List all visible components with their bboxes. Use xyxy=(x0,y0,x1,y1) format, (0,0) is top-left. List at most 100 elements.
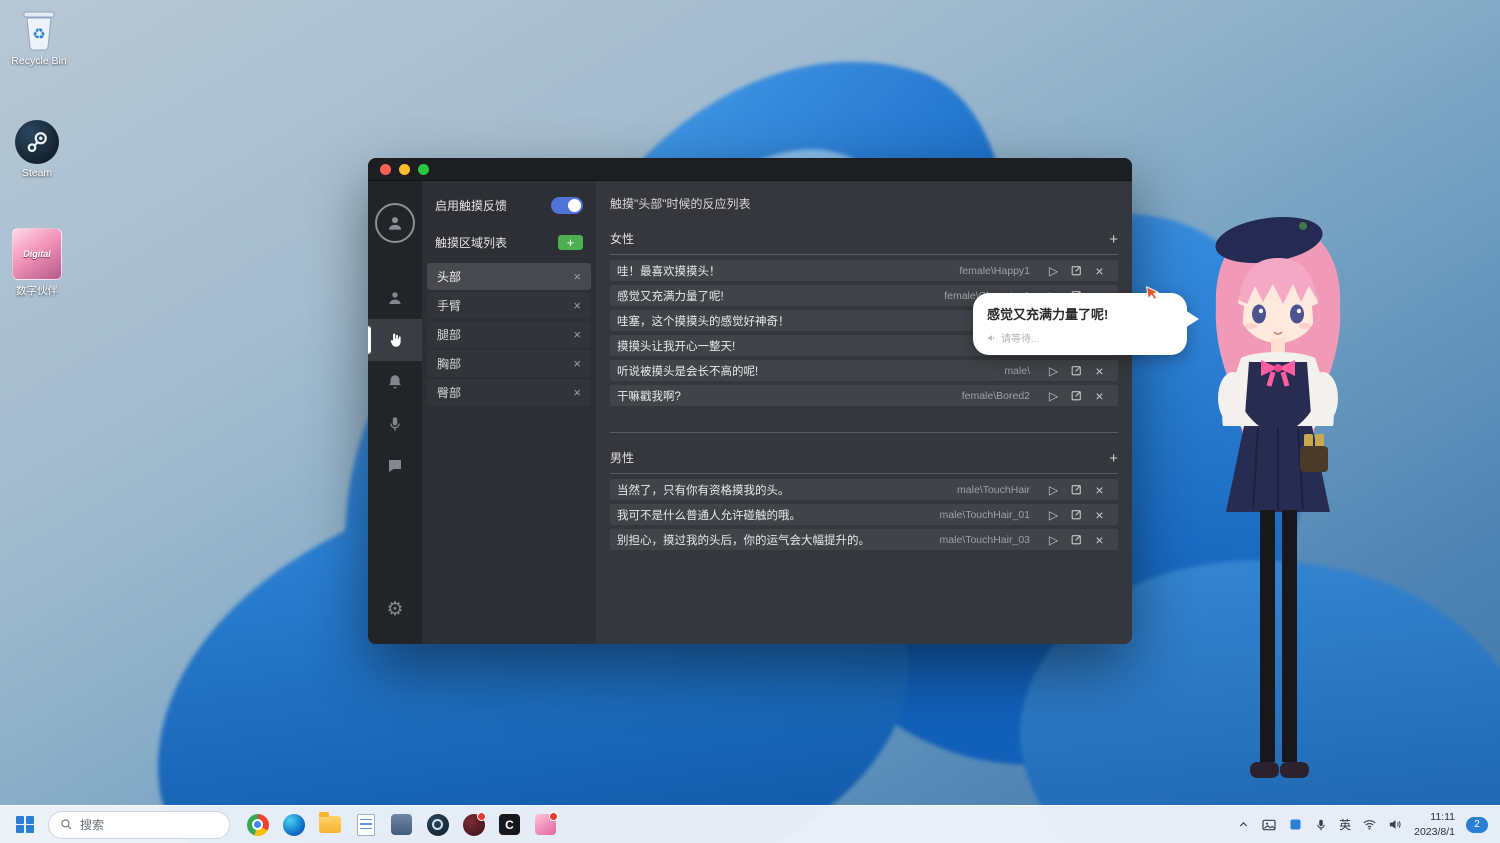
companion-taskbar-icon[interactable] xyxy=(532,811,559,838)
reaction-text: 摸摸头让我开心一整天! xyxy=(617,340,736,353)
gallery-icon[interactable] xyxy=(1261,817,1277,833)
edit-button[interactable] xyxy=(1065,508,1088,521)
area-item-hip[interactable]: 臀部 × xyxy=(427,379,591,406)
edit-button[interactable] xyxy=(1065,533,1088,546)
desktop: ♻ Recycle Bin Steam Digital 数字伙伴 ⚙ 启用触摸反… xyxy=(0,0,1500,843)
recycle-bin-icon: ♻ xyxy=(19,6,59,52)
speech-bubble-status: 请等待... xyxy=(987,330,1173,345)
volume-icon[interactable] xyxy=(1388,817,1403,832)
settings-gear-button[interactable]: ⚙ xyxy=(368,588,422,630)
reaction-row: 别担心，摸过我的头后，你的运气会大幅提升的。 male\TouchHair_03… xyxy=(610,529,1118,550)
area-delete-button[interactable]: × xyxy=(573,298,581,313)
play-button[interactable]: ▷ xyxy=(1042,364,1065,378)
capcut-icon[interactable]: C xyxy=(496,811,523,838)
delete-button[interactable]: × xyxy=(1088,507,1111,523)
sidebar-item-touch[interactable] xyxy=(368,319,422,361)
play-button[interactable]: ▷ xyxy=(1042,533,1065,547)
steam-taskbar-icon[interactable] xyxy=(424,811,451,838)
delete-button[interactable]: × xyxy=(1088,263,1111,279)
system-tray: 英 11:11 2023/8/1 2 xyxy=(1237,810,1488,838)
minimize-window-button[interactable] xyxy=(399,163,410,175)
touch-area-list: 头部 × 手臂 × 腿部 × 胸部 × 臀部 × xyxy=(422,261,596,408)
speech-bubble-status-text: 请等待... xyxy=(1001,334,1040,345)
sidebar-item-voice[interactable] xyxy=(368,403,422,445)
reaction-text: 哇！最喜欢摸摸头！ xyxy=(617,265,721,278)
delete-button[interactable]: × xyxy=(1088,363,1111,379)
area-delete-button[interactable]: × xyxy=(573,269,581,284)
reaction-text: 感觉又充满力量了呢! xyxy=(617,290,724,303)
delete-button[interactable]: × xyxy=(1088,482,1111,498)
reaction-text: 干嘛戳我啊? xyxy=(617,390,681,403)
notification-center-badge[interactable]: 2 xyxy=(1466,816,1488,833)
area-item-head[interactable]: 头部 × xyxy=(427,263,591,290)
feedback-toggle-label: 启用触摸反馈 xyxy=(435,199,508,213)
notification-dot xyxy=(477,812,486,821)
profile-avatar[interactable] xyxy=(375,203,415,243)
clock[interactable]: 11:11 2023/8/1 xyxy=(1414,810,1455,838)
area-label: 头部 xyxy=(437,270,462,284)
edge-icon[interactable] xyxy=(280,811,307,838)
delete-button[interactable]: × xyxy=(1088,388,1111,404)
delete-button[interactable]: × xyxy=(1088,532,1111,548)
windows-logo-icon xyxy=(16,815,34,834)
clock-date: 2023/8/1 xyxy=(1414,825,1455,838)
area-delete-button[interactable]: × xyxy=(573,327,581,342)
sidebar-item-chat[interactable] xyxy=(368,445,422,487)
area-item-leg[interactable]: 腿部 × xyxy=(427,321,591,348)
wifi-icon[interactable] xyxy=(1362,817,1377,832)
window-titlebar[interactable] xyxy=(368,158,1132,181)
edit-button[interactable] xyxy=(1065,389,1088,402)
area-label: 臀部 xyxy=(437,386,462,400)
desktop-icon-label: Recycle Bin xyxy=(11,55,67,67)
add-reaction-button[interactable]: + xyxy=(1109,451,1118,466)
mic-icon[interactable] xyxy=(1314,818,1328,832)
play-button[interactable]: ▷ xyxy=(1042,508,1065,522)
speaker-icon xyxy=(988,334,995,341)
taskbar-apps: C xyxy=(244,811,559,838)
area-delete-button[interactable]: × xyxy=(573,356,581,371)
reaction-text: 当然了，只有你有资格摸我的头。 xyxy=(617,484,790,497)
store-icon[interactable] xyxy=(388,811,415,838)
tray-app-icon[interactable] xyxy=(1288,817,1303,832)
area-delete-button[interactable]: × xyxy=(573,385,581,400)
ime-indicator[interactable]: 英 xyxy=(1339,816,1351,833)
edit-button[interactable] xyxy=(1065,483,1088,496)
edit-button[interactable] xyxy=(1065,264,1088,277)
chrome-icon[interactable] xyxy=(244,811,271,838)
desktop-icon-recycle-bin[interactable]: ♻ Recycle Bin xyxy=(2,6,76,67)
reaction-text: 别担心，摸过我的头后，你的运气会大幅提升的。 xyxy=(617,534,870,547)
search-placeholder: 搜索 xyxy=(80,818,105,832)
file-explorer-icon[interactable] xyxy=(316,811,343,838)
notepad-icon[interactable] xyxy=(352,811,379,838)
maximize-window-button[interactable] xyxy=(418,163,429,175)
desktop-icon-companion[interactable]: Digital 数字伙伴 xyxy=(0,228,74,298)
section-divider xyxy=(610,410,1118,433)
sidebar-item-notifications[interactable] xyxy=(368,361,422,403)
start-button[interactable] xyxy=(12,812,38,838)
play-button[interactable]: ▷ xyxy=(1042,389,1065,403)
character-figure[interactable] xyxy=(1183,210,1373,810)
area-item-chest[interactable]: 胸部 × xyxy=(427,350,591,377)
reaction-panel-title: 触摸"头部"时候的反应列表 xyxy=(610,197,751,211)
steam-icon xyxy=(15,120,59,164)
area-item-arm[interactable]: 手臂 × xyxy=(427,292,591,319)
reaction-text: 听说被摸头是会长不高的呢! xyxy=(617,365,759,378)
reaction-row: 干嘛戳我啊? female\Bored2 ▷ × xyxy=(610,385,1118,406)
tray-overflow-chevron[interactable] xyxy=(1237,818,1250,831)
edit-button[interactable] xyxy=(1065,364,1088,377)
add-area-button[interactable]: + xyxy=(558,235,583,250)
clock-time: 11:11 xyxy=(1430,811,1455,824)
reaction-row: 当然了，只有你有资格摸我的头。 male\TouchHair ▷ × xyxy=(610,479,1118,500)
close-window-button[interactable] xyxy=(380,163,391,175)
play-button[interactable]: ▷ xyxy=(1042,483,1065,497)
reaction-text: 我可不是什么普通人允许碰触的哦。 xyxy=(617,509,801,522)
play-button[interactable]: ▷ xyxy=(1042,264,1065,278)
feedback-toggle[interactable] xyxy=(551,197,583,214)
sidebar-item-character[interactable] xyxy=(368,277,422,319)
taskbar-search[interactable]: 搜索 xyxy=(48,810,230,839)
add-reaction-button[interactable]: + xyxy=(1109,232,1118,247)
reaction-row: 听说被摸头是会长不高的呢! male\ ▷ × xyxy=(610,360,1118,381)
app-darkred-icon[interactable] xyxy=(460,811,487,838)
desktop-icon-steam[interactable]: Steam xyxy=(0,120,74,179)
companion-settings-window: ⚙ 启用触摸反馈 触摸区域列表 + 头部 × 手臂 × 腿部 × 胸部 × 臀部… xyxy=(368,158,1132,644)
